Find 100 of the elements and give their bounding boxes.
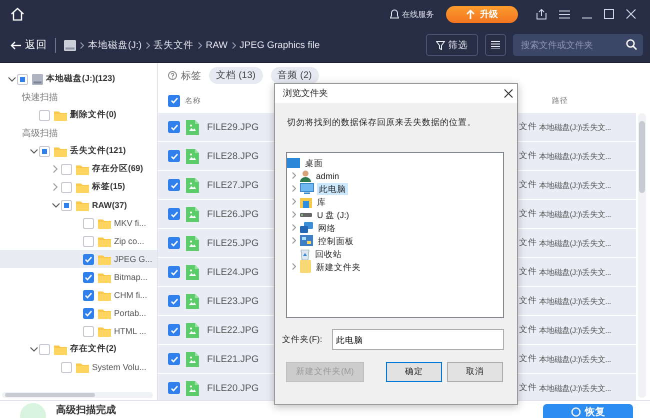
checkbox[interactable] (168, 353, 180, 365)
tree-item-label[interactable]: 标签(15) (92, 181, 126, 193)
collapse-caret-icon[interactable] (30, 346, 38, 352)
image-file-icon (186, 206, 199, 222)
folder-item[interactable]: 此电脑 (317, 182, 348, 194)
checkbox[interactable] (168, 266, 180, 278)
file-type: 文件 (519, 353, 537, 365)
tree-item-label[interactable]: 存在文件(2) (70, 343, 116, 355)
breadcrumb-item[interactable]: JPEG Graphics file (240, 40, 320, 50)
folder-input[interactable]: 此电脑 (332, 329, 504, 350)
checkbox[interactable] (168, 382, 180, 394)
dialog-button[interactable]: 取消 (447, 362, 503, 382)
collapse-caret-icon[interactable] (30, 148, 38, 154)
checkbox[interactable] (168, 121, 180, 133)
checkbox[interactable] (83, 326, 94, 336)
folder-item[interactable]: 网络 (316, 222, 338, 234)
checkbox[interactable] (83, 290, 94, 300)
horizontal-scrollbar[interactable] (2, 392, 153, 398)
file-path: 本地磁盘(J:)\丢失文... (539, 180, 612, 190)
file-name: FILE22.JPG (207, 324, 259, 336)
file-type: 文件 (519, 179, 537, 191)
expand-caret-icon[interactable] (53, 165, 58, 173)
folder-icon (98, 272, 111, 282)
tree-item-label[interactable]: Bitmap... (114, 272, 148, 282)
folder-item[interactable]: 控制面板 (316, 234, 356, 246)
tree-item-label[interactable]: RAW(37) (92, 200, 127, 210)
checkbox[interactable] (39, 146, 50, 156)
tree-item-label[interactable]: System Volu... (92, 362, 146, 372)
desktop-icon (287, 158, 300, 168)
tree-item-label[interactable]: HTML ... (114, 326, 146, 336)
tags-label: 标签 (181, 70, 201, 82)
image-file-icon (186, 352, 199, 366)
circle-icon (571, 407, 581, 417)
folder-item[interactable]: admin (314, 170, 342, 182)
folder-item[interactable]: 库 (315, 196, 328, 208)
search-icon[interactable] (626, 39, 637, 50)
tree-item-label[interactable]: Zip co... (114, 236, 144, 246)
menu-icon[interactable] (559, 10, 570, 18)
folder-item[interactable]: 新建文件夹 (314, 260, 363, 272)
maximize-icon[interactable] (604, 9, 614, 19)
list-view-button[interactable] (485, 34, 506, 56)
filter-button[interactable]: 筛选 (426, 34, 478, 56)
checkbox[interactable] (168, 94, 180, 106)
vertical-scrollbar[interactable] (638, 113, 646, 398)
tree-item-label[interactable]: 存在分区(69) (92, 163, 144, 175)
search-field[interactable]: 搜索文件或文件夹 (513, 34, 643, 56)
checkbox[interactable] (61, 164, 72, 174)
dialog-button[interactable]: 确定 (386, 362, 442, 382)
back-button[interactable]: 返回 (10, 38, 47, 52)
file-path: 本地磁盘(J:)\丢失文... (539, 382, 612, 394)
checkbox[interactable] (83, 236, 94, 246)
folder-tree[interactable]: 桌面 admin 此电脑 库 U 盘 (J:) 网络 控制面板 回收站 新建文件夹 (286, 152, 504, 318)
filter-chip[interactable]: 文档 (13) (209, 67, 263, 84)
breadcrumb-item[interactable]: 本地磁盘(J:) (88, 38, 142, 52)
filter-chip[interactable]: 音频 (2) (270, 67, 319, 84)
filter-icon (436, 40, 445, 50)
online-service-link[interactable]: 在线服务 (390, 8, 434, 20)
collapse-caret-icon[interactable] (52, 202, 60, 208)
folder-icon (54, 146, 67, 156)
tree-item-label[interactable]: Portab... (114, 308, 146, 318)
collapse-caret-icon[interactable] (8, 76, 16, 82)
checkbox[interactable] (83, 308, 94, 318)
checkbox[interactable] (168, 237, 180, 249)
folder-item[interactable]: 回收站 (313, 248, 344, 260)
checkbox[interactable] (83, 218, 94, 228)
home-icon[interactable] (10, 7, 25, 21)
breadcrumb-item[interactable]: RAW (206, 40, 228, 50)
share-icon[interactable] (536, 8, 547, 20)
tree-item-label[interactable]: 删除文件(0) (70, 109, 116, 121)
breadcrumb-item[interactable]: 丢失文件 (154, 38, 194, 52)
folder-icon (98, 254, 111, 264)
checkbox[interactable] (39, 110, 50, 120)
tree-item-label[interactable]: 本地磁盘(J:)(123) (46, 73, 116, 85)
checkbox[interactable] (168, 179, 180, 191)
close-icon[interactable] (504, 89, 513, 98)
chevron-icon (198, 42, 202, 48)
folder-item[interactable]: U 盘 (J:) (315, 208, 352, 220)
checkbox[interactable] (39, 344, 50, 354)
expand-caret-icon[interactable] (53, 183, 58, 191)
checkbox[interactable] (61, 182, 72, 192)
checkbox[interactable] (168, 150, 180, 162)
file-type: 文件 (519, 150, 537, 162)
checkbox[interactable] (168, 295, 180, 307)
checkbox[interactable] (61, 200, 72, 210)
drive-icon (300, 212, 312, 218)
library-icon (300, 196, 312, 208)
checkbox[interactable] (61, 362, 72, 372)
tree-item-label[interactable]: JPEG G... (114, 254, 152, 264)
expand-caret-icon[interactable] (292, 263, 296, 270)
checkbox[interactable] (168, 324, 180, 336)
tree-item-label[interactable]: MKV fi... (114, 218, 146, 228)
checkbox[interactable] (83, 272, 94, 282)
folder-item[interactable]: 桌面 (303, 156, 325, 168)
checkbox[interactable] (168, 208, 180, 220)
checkbox[interactable] (83, 254, 94, 264)
checkbox[interactable] (17, 74, 28, 84)
tree-item-label[interactable]: CHM fi... (114, 290, 148, 300)
list-icon (491, 41, 500, 49)
tree-item-label[interactable]: 丢失文件(121) (70, 145, 126, 157)
image-file-icon (186, 322, 199, 338)
